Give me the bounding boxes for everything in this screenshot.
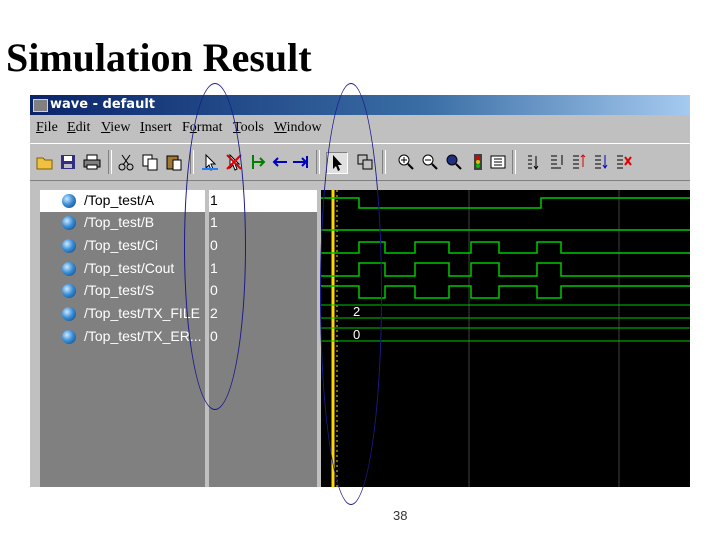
signal-icon: [62, 216, 76, 230]
zoom-in-icon[interactable]: [396, 152, 416, 172]
annotation-ellipse: [320, 83, 382, 505]
signal-icon: [62, 194, 76, 208]
print-icon[interactable]: [82, 152, 102, 172]
toolbar-separator: [382, 150, 386, 174]
window-title: wave - default: [50, 97, 155, 112]
signal-row[interactable]: /Top_test/S: [40, 280, 205, 302]
signal-row[interactable]: /Top_test/B: [40, 212, 205, 234]
signal-row[interactable]: /Top_test/A: [40, 190, 205, 212]
annotation-ellipse: [184, 83, 246, 410]
delete-signal-icon[interactable]: [614, 152, 634, 172]
signal-row[interactable]: /Top_test/Cout: [40, 258, 205, 280]
slide-title: Simulation Result: [6, 35, 312, 80]
next-edge-icon[interactable]: [290, 152, 310, 172]
menu-tools[interactable]: Tools: [233, 120, 264, 136]
signal-name-pane: /Top_test/A /Top_test/B /Top_test/Ci /To…: [40, 190, 205, 487]
signal-row[interactable]: /Top_test/Ci: [40, 235, 205, 257]
menu-edit[interactable]: Edit: [67, 120, 90, 136]
left-scroll-strip[interactable]: [30, 190, 40, 487]
signal-icon: [62, 239, 76, 253]
signal-icon: [62, 262, 76, 276]
cut-icon[interactable]: [116, 152, 136, 172]
expand-bus-icon[interactable]: [548, 152, 568, 172]
zoom-out-icon[interactable]: [420, 152, 440, 172]
save-icon[interactable]: [58, 152, 78, 172]
menu-insert[interactable]: Insert: [140, 120, 172, 136]
signal-row[interactable]: /Top_test/TX_FILE: [40, 303, 205, 325]
zoom-full-icon[interactable]: [444, 152, 464, 172]
signal-icon: [62, 284, 76, 298]
menu-window[interactable]: Window: [274, 120, 322, 136]
signal-row[interactable]: /Top_test/TX_ER...: [40, 326, 205, 348]
copy-icon[interactable]: [140, 152, 160, 172]
previous-edge-icon[interactable]: [270, 152, 290, 172]
toolbar-separator: [316, 150, 320, 174]
find-icon[interactable]: [524, 152, 544, 172]
signal-icon: [62, 330, 76, 344]
menu-file[interactable]: File: [36, 120, 58, 136]
page-number: 38: [393, 508, 408, 523]
paste-icon[interactable]: [164, 152, 184, 172]
stop-run-icon[interactable]: [468, 152, 488, 172]
menu-view[interactable]: View: [101, 120, 131, 136]
run-options-icon[interactable]: [488, 152, 508, 172]
toolbar-separator: [108, 150, 112, 174]
open-folder-icon[interactable]: [35, 152, 55, 172]
toolbar-separator: [512, 150, 516, 174]
signal-icon: [62, 307, 76, 321]
app-icon: [33, 99, 48, 112]
sort-signals-icon[interactable]: [592, 152, 612, 172]
collapse-bus-icon[interactable]: [570, 152, 590, 172]
insert-cursor-icon[interactable]: [248, 152, 268, 172]
